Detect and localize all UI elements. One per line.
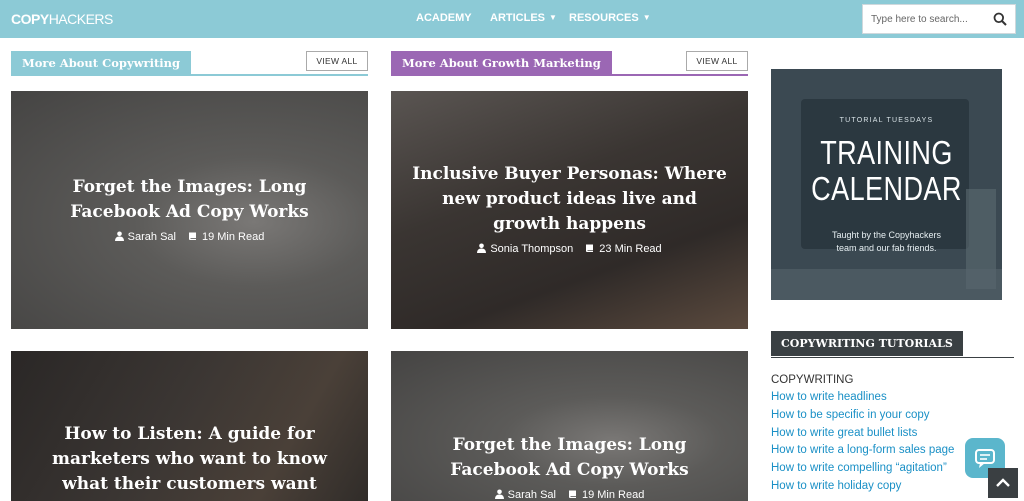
- search-input[interactable]: [863, 5, 987, 33]
- article-meta: Sarah Sal 19 Min Read: [27, 231, 352, 243]
- section-title: More About Copywriting: [11, 51, 192, 75]
- article-read-time: 23 Min Read: [599, 243, 662, 255]
- section-title: More About Growth Marketing: [391, 51, 612, 75]
- section-divider: [391, 74, 748, 76]
- promo-kicker: TUTORIAL TUESDAYS: [839, 117, 934, 124]
- article-title[interactable]: Forget the Images: Long Facebook Ad Copy…: [407, 433, 732, 483]
- article-read-time: 19 Min Read: [201, 231, 265, 243]
- promo-subtext: Taught by the Copyhackers team and our f…: [771, 229, 1002, 255]
- book-icon: [586, 244, 594, 252]
- user-icon: [494, 489, 504, 499]
- book-icon: [188, 232, 196, 240]
- user-icon: [114, 231, 124, 241]
- search-icon[interactable]: [993, 12, 1007, 26]
- article-card[interactable]: How to Listen: A guide for marketers who…: [11, 351, 368, 501]
- tutorials-category: COPYWRITING: [771, 374, 854, 386]
- article-meta: Sarah Sal 19 Min Read: [407, 489, 732, 501]
- caret-down-icon: ▼: [642, 13, 651, 22]
- section-header-growth-marketing: More About Growth Marketing VIEW ALL: [391, 51, 748, 77]
- tutorials-heading: COPYWRITING TUTORIALS: [771, 331, 963, 356]
- article-author: Sarah Sal: [507, 489, 556, 501]
- article-title[interactable]: How to Listen: A guide for marketers who…: [27, 422, 352, 497]
- promo-headline-line: TRAINING: [820, 134, 953, 171]
- tutorial-link[interactable]: How to be specific in your copy: [771, 409, 1021, 427]
- book-icon: [568, 490, 576, 498]
- promo-headline: TRAINING CALENDAR: [792, 135, 981, 207]
- article-card[interactable]: Forget the Images: Long Facebook Ad Copy…: [391, 351, 748, 501]
- view-all-button[interactable]: VIEW ALL: [306, 51, 368, 71]
- nav-item-resources[interactable]: RESOURCES ▼: [569, 12, 651, 24]
- article-card[interactable]: Forget the Images: Long Facebook Ad Copy…: [11, 91, 368, 329]
- back-to-top-button[interactable]: [988, 468, 1018, 498]
- article-card[interactable]: Inclusive Buyer Personas: Where new prod…: [391, 91, 748, 329]
- tutorial-link[interactable]: How to write holiday copy: [771, 480, 1021, 498]
- tutorials-header: COPYWRITING TUTORIALS: [771, 331, 1014, 358]
- caret-down-icon: ▼: [549, 13, 557, 22]
- user-icon: [477, 243, 487, 253]
- search-box: [862, 4, 1016, 34]
- view-all-button[interactable]: VIEW ALL: [686, 51, 748, 71]
- promo-subtext-line: Taught by the Copyhackers: [831, 230, 942, 240]
- chevron-up-icon: [996, 478, 1010, 487]
- section-divider: [11, 74, 368, 76]
- article-meta: Sonia Thompson 23 Min Read: [407, 243, 732, 255]
- tutorial-link[interactable]: How to write headlines: [771, 391, 1021, 409]
- training-calendar-promo[interactable]: TUTORIAL TUESDAYS TRAINING CALENDAR Taug…: [771, 69, 1002, 300]
- top-navigation-bar: COPYHACKERS ACADEMY ARTICLES ▼ RESOURCES ▼: [0, 0, 1024, 38]
- nav-label: RESOURCES: [569, 12, 639, 24]
- nav-item-academy[interactable]: ACADEMY: [416, 12, 472, 24]
- section-header-copywriting: More About Copywriting VIEW ALL: [11, 51, 368, 77]
- promo-subtext-line: team and our fab friends.: [836, 243, 937, 253]
- article-author: Sonia Thompson: [490, 243, 574, 255]
- article-title[interactable]: Forget the Images: Long Facebook Ad Copy…: [27, 175, 352, 225]
- article-author: Sarah Sal: [127, 231, 176, 243]
- nav-label: ACADEMY: [416, 12, 472, 24]
- nav-item-articles[interactable]: ARTICLES ▼: [490, 12, 557, 24]
- article-read-time: 19 Min Read: [581, 489, 645, 501]
- nav-label: ARTICLES: [490, 12, 545, 24]
- promo-headline-line: CALENDAR: [811, 170, 962, 207]
- article-title[interactable]: Inclusive Buyer Personas: Where new prod…: [407, 162, 732, 237]
- tutorials-divider: [771, 357, 1014, 358]
